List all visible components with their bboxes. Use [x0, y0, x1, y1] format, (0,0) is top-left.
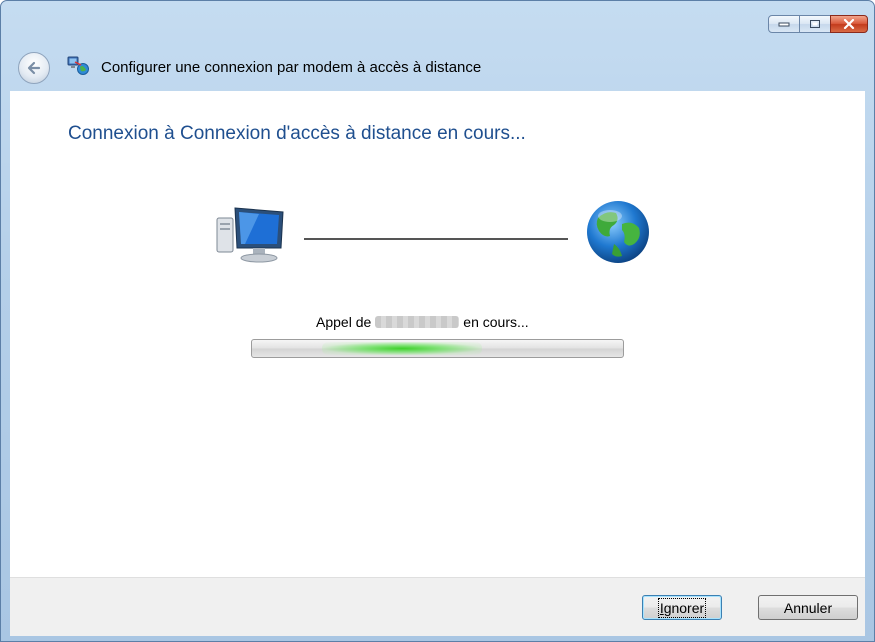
progress-bar — [251, 339, 624, 358]
computer-icon — [216, 207, 284, 263]
page-heading: Connexion à Connexion d'accès à distance… — [68, 123, 526, 144]
ignore-button-label: Ignorer — [657, 597, 707, 618]
redacted-phone-number — [375, 316, 460, 328]
window-title: Configurer une connexion par modem à acc… — [101, 59, 482, 76]
close-icon — [843, 19, 855, 29]
dial-up-connection-icon — [67, 56, 89, 75]
status-suffix: en cours... — [463, 314, 529, 330]
progress-indicator — [322, 342, 482, 355]
ignore-label-rest: gnorer — [663, 599, 705, 616]
back-arrow-icon — [27, 61, 41, 75]
dialog-window: Configurer une connexion par modem à acc… — [0, 0, 875, 642]
maximize-button[interactable] — [799, 15, 831, 33]
close-button[interactable] — [830, 15, 868, 33]
ignore-button[interactable]: Ignorer — [642, 595, 722, 620]
status-prefix: Appel de — [316, 314, 372, 330]
cancel-button[interactable]: Annuler — [758, 595, 858, 620]
back-button[interactable] — [18, 52, 50, 84]
maximize-icon — [810, 20, 820, 28]
title-bar: Configurer une connexion par modem à acc… — [1, 1, 874, 91]
dialing-status: Appel de en cours... — [316, 314, 529, 330]
globe-icon — [587, 201, 649, 263]
minimize-button[interactable] — [768, 15, 800, 33]
window-controls — [768, 15, 868, 33]
minimize-icon — [778, 22, 790, 27]
connection-line — [304, 238, 568, 240]
button-bar: Ignorer Annuler — [10, 577, 865, 636]
content-area: Connexion à Connexion d'accès à distance… — [10, 91, 865, 577]
